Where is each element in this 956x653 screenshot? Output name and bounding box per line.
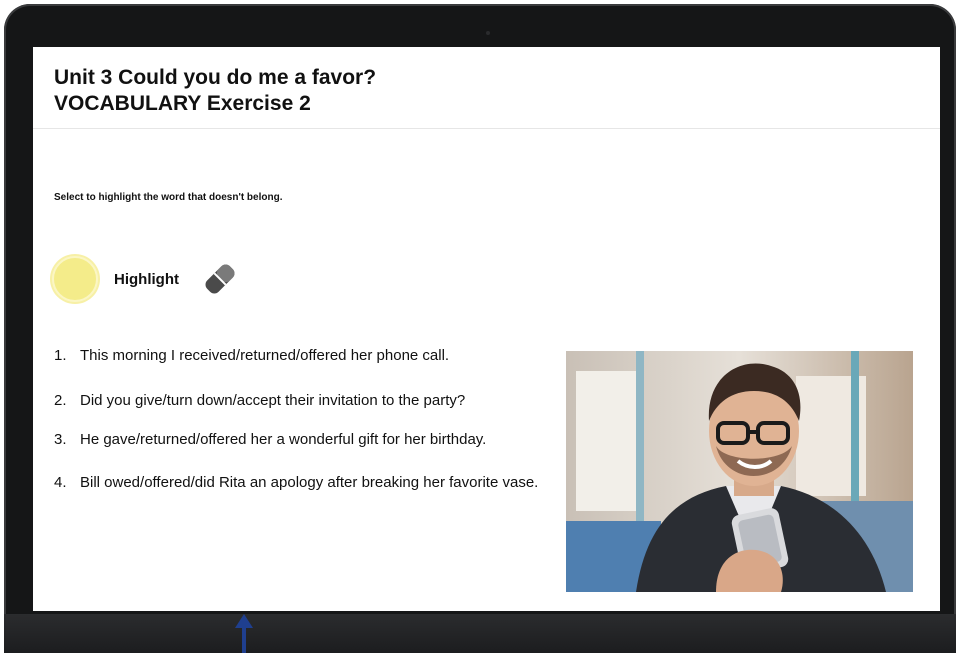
- device-bottom-bar: [4, 614, 956, 653]
- photo-illustration: [566, 351, 913, 592]
- camera-icon: [486, 31, 490, 35]
- highlighter-circle-icon[interactable]: [52, 256, 98, 302]
- list-item: 2. Did you give/turn down/accept their i…: [54, 390, 544, 411]
- instruction-text: Select to highlight the word that doesn'…: [54, 192, 283, 203]
- title-line-exercise: VOCABULARY Exercise 2: [54, 92, 311, 115]
- list-item: 4. Bill owed/offered/did Rita an apology…: [54, 472, 544, 493]
- title-divider: [33, 128, 940, 129]
- item-number: 2.: [54, 392, 67, 409]
- item-number: 1.: [54, 347, 67, 364]
- item-sentence[interactable]: This morning I received/returned/offered…: [80, 345, 544, 366]
- item-sentence[interactable]: Did you give/turn down/accept their invi…: [80, 390, 544, 411]
- man-with-phone-photo: [566, 351, 913, 592]
- exercise-screen: Unit 3 Could you do me a favor? VOCABULA…: [33, 47, 940, 611]
- item-number: 4.: [54, 474, 67, 491]
- list-item: 3. He gave/returned/offered her a wonder…: [54, 429, 544, 450]
- tool-bar: Highlight: [52, 254, 241, 304]
- eraser-icon[interactable]: [199, 258, 241, 300]
- page-title: Unit 3 Could you do me a favor? VOCABULA…: [54, 65, 376, 117]
- highlight-label[interactable]: Highlight: [114, 271, 179, 288]
- item-sentence[interactable]: Bill owed/offered/did Rita an apology af…: [80, 472, 544, 493]
- list-item: 1. This morning I received/returned/offe…: [54, 345, 544, 366]
- question-list: 1. This morning I received/returned/offe…: [54, 345, 544, 514]
- item-number: 3.: [54, 431, 67, 448]
- title-line-unit: Unit 3 Could you do me a favor?: [54, 66, 377, 89]
- arrow-up-icon: [235, 614, 253, 653]
- eraser-icon-graphic: [205, 264, 235, 294]
- item-sentence[interactable]: He gave/returned/offered her a wonderful…: [80, 429, 544, 450]
